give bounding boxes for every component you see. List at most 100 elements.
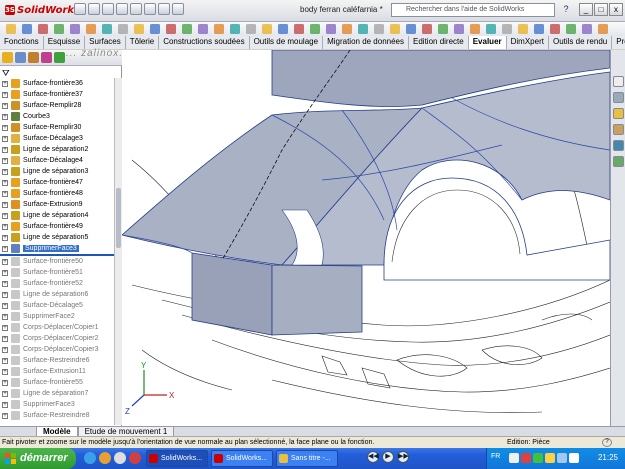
expand-icon[interactable]: + <box>2 357 8 364</box>
help-search-input[interactable]: Rechercher dans l'aide de SolidWorks <box>391 3 555 17</box>
feature-tree-item[interactable]: + Ligne de séparation7 <box>0 388 114 399</box>
expand-icon[interactable]: + <box>2 234 8 241</box>
taskbar-button-paint[interactable]: Sans titre -... <box>276 450 338 467</box>
expand-icon[interactable]: + <box>2 179 8 186</box>
ribbon-command-icon[interactable] <box>134 24 144 34</box>
expand-icon[interactable]: + <box>2 91 8 98</box>
expand-icon[interactable]: + <box>2 258 8 265</box>
expand-icon[interactable]: + <box>2 335 8 342</box>
expand-icon[interactable]: + <box>2 313 8 320</box>
ribbon-command-icon[interactable] <box>166 24 176 34</box>
expand-icon[interactable]: + <box>2 113 8 120</box>
feature-tree-item[interactable]: + Courbe3 <box>0 111 114 122</box>
feature-tree-item[interactable]: + Surface-Décalage3 <box>0 133 114 144</box>
minimize-button[interactable]: _ <box>579 3 593 16</box>
ribbon-command-icon[interactable] <box>502 24 512 34</box>
tab-constructions-soudees[interactable]: Constructions soudées <box>159 36 250 49</box>
feature-tree-item[interactable]: + Surface-frontière52 <box>0 278 114 289</box>
expand-icon[interactable]: + <box>2 168 8 175</box>
messenger-icon[interactable] <box>545 453 555 463</box>
tab-fonctions[interactable]: Fonctions <box>0 36 44 49</box>
ribbon-command-icon[interactable] <box>598 24 608 34</box>
feature-tree-icon[interactable] <box>2 52 13 63</box>
ribbon-command-icon[interactable] <box>70 24 80 34</box>
feature-tree-item[interactable]: + Surface-frontière48 <box>0 188 114 199</box>
feature-tree-item[interactable]: + Surface-Restreindre6 <box>0 355 114 366</box>
ribbon-command-icon[interactable] <box>182 24 192 34</box>
ribbon-command-icon[interactable] <box>374 24 384 34</box>
show-desktop-icon[interactable] <box>114 452 126 464</box>
ribbon-command-icon[interactable] <box>262 24 272 34</box>
file-explorer-icon[interactable] <box>613 108 624 119</box>
graphics-area[interactable]: Y X Z <box>122 50 610 426</box>
ribbon-command-icon[interactable] <box>6 24 16 34</box>
ribbon-command-icon[interactable] <box>358 24 368 34</box>
print-icon[interactable] <box>116 3 128 15</box>
expand-icon[interactable]: + <box>2 190 8 197</box>
feature-tree-item[interactable]: + Surface-frontière50 <box>0 256 114 267</box>
ribbon-command-icon[interactable] <box>470 24 480 34</box>
tab-outils-de-rendu[interactable]: Outils de rendu <box>548 36 613 49</box>
tab-outils-de-moulage[interactable]: Outils de moulage <box>249 36 324 49</box>
ribbon-command-icon[interactable] <box>246 24 256 34</box>
ribbon-command-icon[interactable] <box>214 24 224 34</box>
feature-tree-item[interactable]: + Surface-frontière49 <box>0 221 114 232</box>
ribbon-command-icon[interactable] <box>102 24 112 34</box>
resources-icon[interactable] <box>613 76 624 87</box>
feature-tree-item[interactable]: + Surface-frontière37 <box>0 89 114 100</box>
ribbon-command-icon[interactable] <box>326 24 336 34</box>
ribbon-command-icon[interactable] <box>390 24 400 34</box>
ribbon-command-icon[interactable] <box>342 24 352 34</box>
property-manager-icon[interactable] <box>15 52 26 63</box>
expand-icon[interactable]: + <box>2 379 8 386</box>
next-track-button[interactable]: ▶▶ <box>397 451 409 463</box>
play-button[interactable]: ▶ <box>382 451 394 463</box>
ribbon-command-icon[interactable] <box>278 24 288 34</box>
feature-tree-item[interactable]: + Corps-Déplacer/Copier1 <box>0 322 114 333</box>
feature-tree-item[interactable]: + Corps-Déplacer/Copier2 <box>0 333 114 344</box>
taskbar-button-solidworks-1[interactable]: SolidWorks... <box>146 450 208 467</box>
tab-edition-directe[interactable]: Edition directe <box>409 36 469 49</box>
expand-icon[interactable]: + <box>2 412 8 419</box>
tab-dimxpert[interactable]: DimXpert <box>506 36 549 49</box>
firefox-icon[interactable] <box>129 452 141 464</box>
dimxpert-manager-icon[interactable] <box>41 52 52 63</box>
expand-icon[interactable]: + <box>2 346 8 353</box>
ribbon-command-icon[interactable] <box>54 24 64 34</box>
expand-icon[interactable]: + <box>2 212 8 219</box>
ribbon-command-icon[interactable] <box>38 24 48 34</box>
tab-migration-de-donnees[interactable]: Migration de données <box>323 36 410 49</box>
language-indicator[interactable]: FR <box>491 453 500 460</box>
expand-icon[interactable]: + <box>2 368 8 375</box>
expand-icon[interactable]: + <box>2 245 8 252</box>
feature-tree-item[interactable]: + SupprimerFace2 <box>0 311 114 322</box>
expand-icon[interactable]: + <box>2 157 8 164</box>
open-icon[interactable] <box>88 3 100 15</box>
previous-track-button[interactable]: ◀◀ <box>367 451 379 463</box>
feature-tree-item[interactable]: + Ligne de séparation2 <box>0 144 114 155</box>
feature-tree-item[interactable]: + Surface-frontière47 <box>0 177 114 188</box>
tab-prodo[interactable]: Prodo <box>612 36 625 49</box>
feature-tree-item[interactable]: + Surface-frontière51 <box>0 267 114 278</box>
update-icon[interactable] <box>533 453 543 463</box>
scrollbar-thumb[interactable] <box>116 188 121 248</box>
feature-tree-item[interactable]: + Surface-Remplir30 <box>0 122 114 133</box>
rebuild-icon[interactable] <box>158 3 170 15</box>
feature-tree-item[interactable]: + Surface-frontière55 <box>0 377 114 388</box>
appearances-icon[interactable] <box>613 140 624 151</box>
wheel-arch[interactable] <box>383 177 610 281</box>
ribbon-command-icon[interactable] <box>406 24 416 34</box>
feature-tree-item[interactable]: + Surface-Décalage4 <box>0 155 114 166</box>
expand-icon[interactable]: + <box>2 201 8 208</box>
feature-tree-item[interactable]: + Ligne de séparation4 <box>0 210 114 221</box>
help-icon[interactable]: ? <box>560 4 572 16</box>
expand-icon[interactable]: + <box>2 302 8 309</box>
media-player-icon[interactable] <box>99 452 111 464</box>
solidworks-logo[interactable]: 3S SolidWorks <box>2 3 83 17</box>
feature-tree-item[interactable]: + SupprimerFace3 <box>0 243 114 254</box>
filter-icon[interactable]: ⛛ <box>2 68 12 78</box>
ribbon-command-icon[interactable] <box>566 24 576 34</box>
expand-icon[interactable]: + <box>2 223 8 230</box>
taskbar-button-solidworks-2[interactable]: SolidWorks... <box>211 450 273 467</box>
expand-icon[interactable]: + <box>2 124 8 131</box>
